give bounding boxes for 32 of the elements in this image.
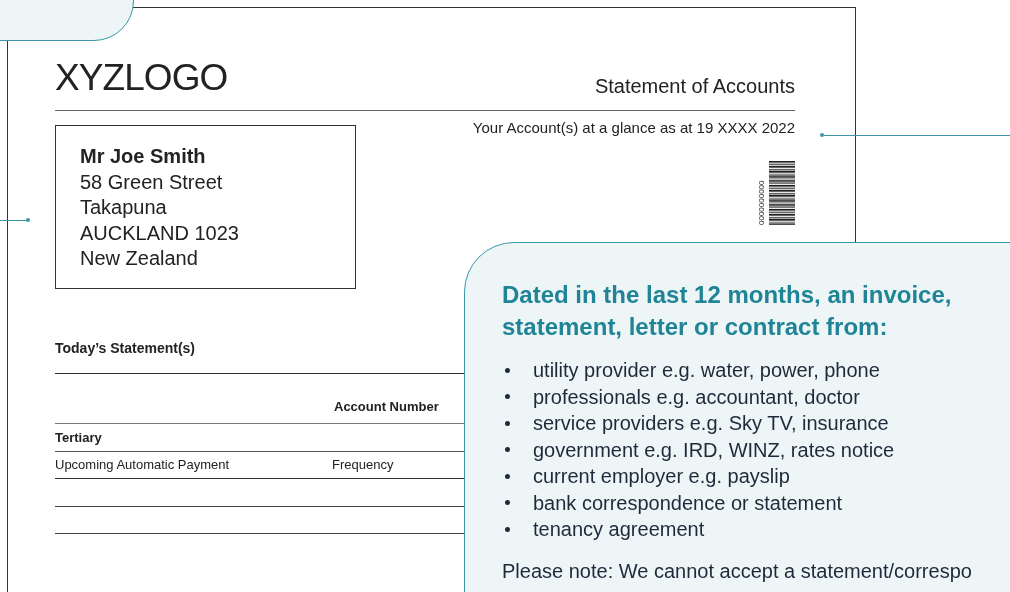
bullet-icon — [505, 447, 510, 453]
address-line: Takapuna — [80, 195, 168, 220]
bullet-icon — [505, 367, 510, 373]
address-line: AUCKLAND 1023 — [80, 220, 240, 246]
document-type-item: service providers e.g. Sky TV, insurance — [533, 411, 889, 436]
glance-date: Your Account(s) at a glance as at 19 XXXX 2022 — [472, 119, 795, 137]
document-type-item: government e.g. IRD, WINZ, rates notice — [533, 437, 895, 462]
table-cell-text: Frequency — [332, 456, 394, 475]
leader-line — [0, 218, 30, 222]
note-text: Please note: We cannot accept a statement/correspo — [502, 558, 973, 583]
document-type-item: professionals e.g. accountant, doctor — [533, 384, 860, 409]
section-title: Today’s Statement(s) — [55, 339, 197, 357]
bullet-icon — [505, 420, 510, 426]
callout-heading: Dated in the last 12 months, an invoice, statement, letter or contract from: — [502, 280, 953, 342]
address-line: New Zealand — [80, 246, 199, 271]
document-type-item: current employer e.g. payslip — [533, 464, 790, 489]
bullet-icon — [505, 526, 510, 532]
barcode-digits: 0000000000 — [757, 179, 767, 225]
bullet-icon — [505, 500, 510, 506]
column-header: Account Number — [334, 402, 439, 416]
barcode-icon — [769, 161, 795, 225]
logo: XYZLOGO — [55, 58, 228, 98]
document-title: Statement of Accounts — [594, 74, 795, 98]
document-type-item: tenancy agreement — [533, 517, 705, 542]
document-type-item: utility provider e.g. water, power, phone — [533, 358, 880, 383]
table-cell-text: Upcoming Automatic Payment — [55, 456, 231, 475]
document-type-item: bank correspondence or statement — [533, 490, 843, 515]
table-cell-text: Tertiary — [55, 428, 102, 447]
bullet-icon — [505, 473, 510, 479]
address-line: 58 Green Street — [80, 169, 224, 195]
bullet-icon — [505, 394, 510, 400]
recipient-name: Mr Joe Smith — [80, 144, 207, 169]
